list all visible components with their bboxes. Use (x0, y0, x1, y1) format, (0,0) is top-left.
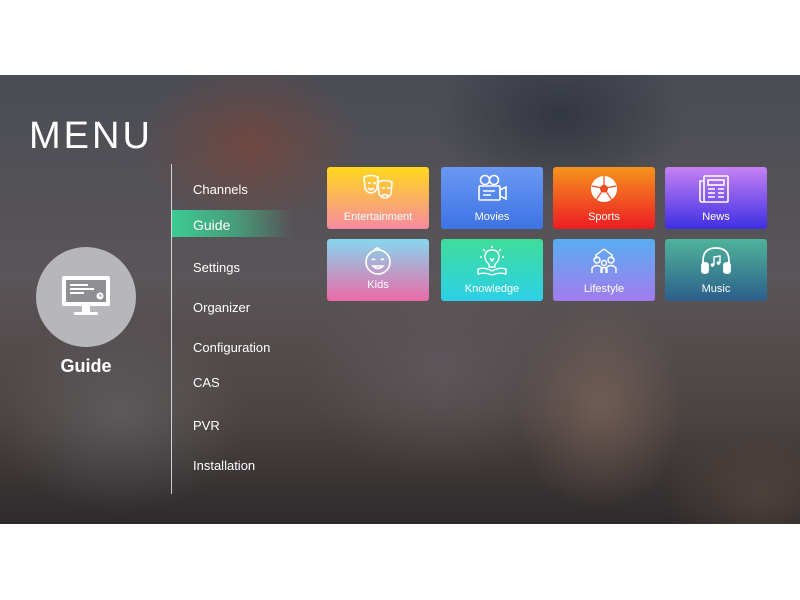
tile-entertainment[interactable]: Entertainment (327, 167, 429, 229)
family-icon (591, 248, 617, 273)
nav-item-guide[interactable]: Guide (193, 217, 230, 233)
theater-masks-icon (363, 174, 393, 199)
tv-screen: MENU Guide Channels Guide Settings Organ… (0, 75, 800, 524)
tile-label: Sports (588, 211, 620, 223)
tile-label: News (702, 211, 730, 223)
current-section-label: Guide (60, 356, 112, 376)
nav-item-settings[interactable]: Settings (193, 260, 240, 275)
tile-news[interactable]: News (665, 167, 767, 229)
tile-label: Entertainment (343, 211, 413, 223)
tile-label: Movies (474, 211, 510, 223)
monitor-icon (62, 276, 110, 315)
nav-item-cas[interactable]: CAS (193, 375, 220, 390)
current-section-badge (36, 247, 136, 347)
baby-face-icon (365, 247, 391, 275)
lightbulb-book-icon (477, 246, 507, 276)
tile-label: Knowledge (464, 283, 520, 295)
tile-label: Music (701, 283, 731, 295)
nav-active-highlight (172, 210, 292, 237)
tile-knowledge[interactable]: Knowledge (441, 239, 543, 301)
nav-item-organizer[interactable]: Organizer (193, 300, 250, 315)
tile-sports[interactable]: Sports (553, 167, 655, 229)
headphones-icon (701, 247, 731, 274)
movie-camera-icon (478, 174, 507, 201)
tile-kids[interactable]: Kids (327, 239, 429, 301)
tile-label: Lifestyle (583, 283, 625, 295)
nav-item-installation[interactable]: Installation (193, 458, 255, 473)
tile-lifestyle[interactable]: Lifestyle (553, 239, 655, 301)
tile-music[interactable]: Music (665, 239, 767, 301)
newspaper-icon (699, 175, 729, 203)
page-title: MENU (29, 115, 153, 157)
tile-movies[interactable]: Movies (441, 167, 543, 229)
nav-item-pvr[interactable]: PVR (193, 418, 220, 433)
tile-label: Kids (367, 279, 389, 291)
soccer-ball-icon (591, 176, 617, 202)
nav-item-configuration[interactable]: Configuration (193, 340, 270, 355)
nav-item-channels[interactable]: Channels (193, 182, 248, 197)
